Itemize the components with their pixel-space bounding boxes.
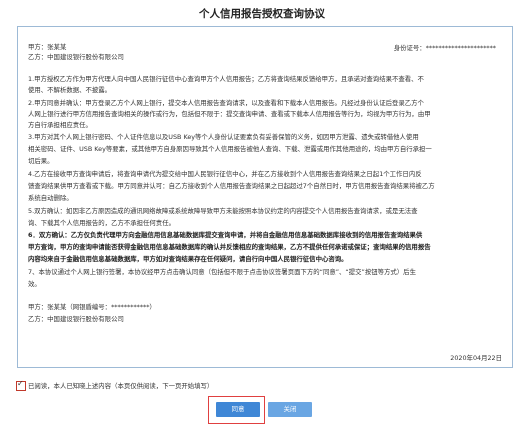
clause7-line: 效。 — [28, 280, 41, 288]
agree-button[interactable]: 同意 — [216, 402, 260, 417]
clause-line: 人网上银行进行甲方信用报告查询相关的操作或行为，包括但不限于：提交查询申请、查看… — [28, 110, 431, 118]
read-confirm-checkbox[interactable]: ✓ — [16, 379, 26, 391]
id-number: 身份证号：********************** — [393, 44, 496, 52]
clause-line: 询、下载其个人信用报告的，乙方不承担任何责任。 — [28, 219, 175, 227]
clause6-line: 内容均来自于金融信用信息基础数据库，甲方如对查询结果存在任何疑问，请自行向中国人… — [28, 255, 348, 263]
clause-line: 方自行承担相应责任。 — [28, 121, 92, 129]
clause-line: 1.甲方授权乙方作为甲方代理人向中国人民银行征信中心查询甲方个人信用报告；乙方将… — [28, 75, 424, 83]
clause7-line: 7、本协议通过个人网上银行签署，本协议经甲方点击确认同意（包括但不限于点击协议签… — [28, 268, 416, 276]
signature-party-a: 甲方：张某某（网银盾编号：************） — [28, 303, 156, 311]
check-icon: ✓ — [17, 379, 24, 388]
close-button[interactable]: 关闭 — [268, 402, 312, 417]
clause-line: 系统自动删除。 — [28, 194, 73, 202]
agreement-document[interactable]: 甲方：张某某 身份证号：********************** 乙方：中国… — [17, 26, 513, 368]
clause-line: 4.乙方在接收甲方查询申请后，将查询申请代为提交给中国人民银行征信中心，并在乙方… — [28, 170, 422, 178]
clause-line: 馈查询结果供甲方查看或下载。甲方同意并认可：自乙方接收到个人信用报告查询结果之日… — [28, 182, 435, 190]
page-title: 个人信用报告授权查询协议 — [199, 8, 325, 20]
clause-line: 5.双方确认：如因非乙方原因造成的通讯网络故障或系统故障导致甲方未能按照本协议约… — [28, 207, 418, 215]
clause-line: 3.甲方对其个人网上银行密码、个人证件信息以及USB Key等个人身份认证要素负… — [28, 133, 419, 141]
signature-party-b: 乙方：中国建设银行股份有限公司 — [28, 315, 124, 323]
clause-line: 相关密码、证件、USB Key等要素，或其他甲方自身原因导致其个人信用报告被他人… — [28, 145, 432, 153]
clause6-line: 甲方查询，甲方的查询申请能否获得金融信用信息基础数据库的确认并反馈相应的查询结果… — [28, 243, 431, 251]
clause-line: 使用、不解析数据、不披露。 — [28, 86, 112, 94]
read-confirm-label: 已阅读，本人已知晓上述内容（本页仅供阅读，下一页开始填写） — [28, 382, 214, 390]
clause-line: 2.甲方同意并确认：甲方登录乙方个人网上银行，提交本人信用报告查询请求，以及查看… — [28, 99, 424, 107]
party-a-line: 甲方：张某某 — [28, 43, 67, 51]
clause-line: 切后果。 — [28, 157, 54, 165]
read-confirm-row[interactable]: ✓ 已阅读，本人已知晓上述内容（本页仅供阅读，下一页开始填写） — [16, 379, 214, 391]
agreement-date: 2020年04月22日 — [450, 354, 502, 362]
party-b-line: 乙方：中国建设银行股份有限公司 — [28, 53, 124, 61]
clause6-line: 6．双方确认：乙方仅负责代理甲方向金融信用信息基础数据库提交查询申请，并将自金融… — [28, 231, 423, 239]
